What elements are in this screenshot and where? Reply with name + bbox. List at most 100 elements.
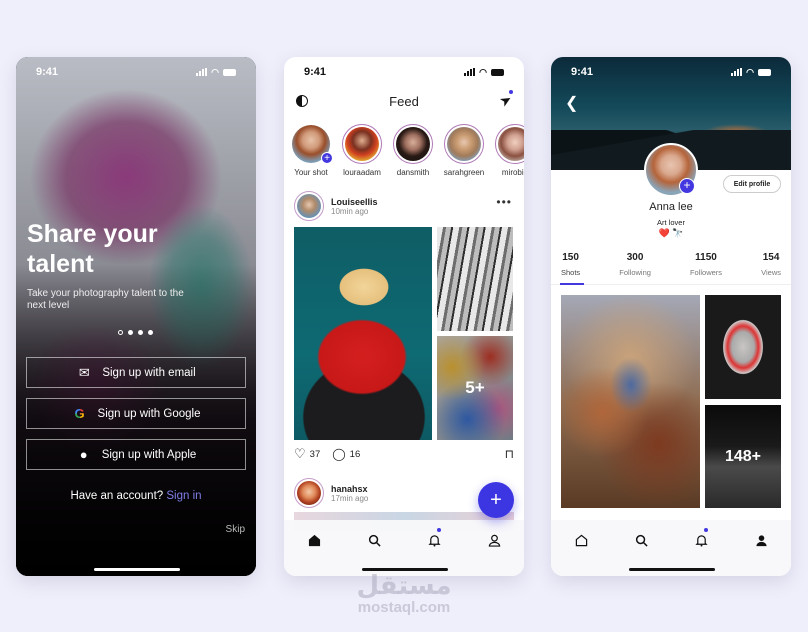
status-bar: 9:41 ◠ xyxy=(551,57,791,87)
mail-icon: ✉ xyxy=(78,364,90,380)
notifications-tab[interactable] xyxy=(691,528,711,550)
post-photo-more[interactable]: 5+ xyxy=(437,336,513,440)
onboarding-screen: 9:41 ◠ Share your talent Take your photo… xyxy=(16,57,256,576)
wifi-icon: ◠ xyxy=(211,66,219,77)
comment-icon: ◯ xyxy=(332,447,346,461)
profile-screen: 9:41 ◠ ❮ + Edit profile Anna lee Art lov… xyxy=(551,57,791,576)
status-time: 9:41 xyxy=(304,66,327,78)
home-tab[interactable] xyxy=(571,530,591,550)
home-tab[interactable] xyxy=(304,530,324,550)
feed-screen: 9:41 ◠ Feed ➤ + Your shot louraadam dans… xyxy=(284,57,524,576)
notification-dot xyxy=(509,90,513,94)
page-dot[interactable] xyxy=(148,330,153,335)
status-time: 9:41 xyxy=(36,66,59,78)
signal-icon xyxy=(731,68,743,76)
home-icon xyxy=(575,534,587,546)
more-options-icon[interactable]: ••• xyxy=(496,195,512,209)
stat-shots[interactable]: 150 Shots xyxy=(561,252,580,277)
signup-email-button[interactable]: ✉ Sign up with email xyxy=(26,357,246,388)
bottom-nav xyxy=(284,520,524,576)
notifications-tab[interactable] xyxy=(424,528,444,550)
back-icon[interactable]: ❮ xyxy=(565,93,578,113)
bell-icon xyxy=(694,534,708,547)
shot-photo-more[interactable]: 148+ xyxy=(705,405,781,508)
post-actions: ♡ 37 ◯ 16 ⊓ xyxy=(294,446,514,462)
story-item[interactable]: + Your shot xyxy=(291,124,333,177)
comment-button[interactable]: ◯ 16 xyxy=(332,447,360,461)
stat-views[interactable]: 154 Views xyxy=(761,252,781,277)
signal-icon xyxy=(464,68,476,76)
shot-photo[interactable] xyxy=(561,295,700,508)
home-icon xyxy=(308,534,320,546)
page-dot[interactable] xyxy=(128,330,133,335)
feed-header: Feed ➤ xyxy=(284,87,524,115)
watermark-latin: mostaql.com xyxy=(357,599,451,616)
story-item[interactable]: dansmith xyxy=(393,124,433,177)
wifi-icon: ◠ xyxy=(479,66,487,77)
story-item[interactable]: louraadam xyxy=(342,124,382,177)
divider xyxy=(551,284,791,285)
heart-icon: ♡ xyxy=(294,446,306,461)
story-item[interactable]: sarahgreen xyxy=(444,124,484,177)
theme-toggle-icon[interactable] xyxy=(296,95,308,107)
search-tab[interactable] xyxy=(631,530,651,550)
page-dot[interactable] xyxy=(118,330,123,335)
post-header[interactable]: Louiseellis 10min ago xyxy=(294,191,378,221)
watermark: مستقل mostaql.com xyxy=(0,572,808,616)
avatar xyxy=(396,127,430,161)
post-username[interactable]: Louiseellis xyxy=(331,197,378,207)
post-username[interactable]: hanahsx xyxy=(331,484,368,494)
avatar xyxy=(447,127,481,161)
profile-emoji: ❤️ 🔭 xyxy=(658,228,684,238)
like-button[interactable]: ♡ 37 xyxy=(294,446,320,462)
avatar xyxy=(297,194,321,218)
wifi-icon: ◠ xyxy=(746,66,754,77)
notification-dot xyxy=(437,528,441,532)
skip-button[interactable]: Skip xyxy=(226,524,245,535)
onboarding-subtitle: Take your photography talent to the next… xyxy=(27,288,184,311)
send-icon[interactable]: ➤ xyxy=(497,90,516,111)
home-indicator xyxy=(629,568,715,571)
stat-followers[interactable]: 1150 Followers xyxy=(690,252,722,277)
post-header[interactable]: hanahsx 17min ago xyxy=(294,478,368,508)
create-post-button[interactable]: + xyxy=(478,482,514,518)
user-icon xyxy=(488,534,500,547)
profile-name: Anna lee xyxy=(649,201,693,213)
story-item[interactable]: mirobin xyxy=(495,124,524,177)
status-bar: 9:41 ◠ xyxy=(16,57,256,87)
notification-dot xyxy=(704,528,708,532)
google-icon: G xyxy=(72,406,88,421)
sign-in-link[interactable]: Sign in xyxy=(166,490,201,502)
watermark-arabic: مستقل xyxy=(356,571,452,601)
page-dot[interactable] xyxy=(138,330,143,335)
stat-following[interactable]: 300 Following xyxy=(619,252,651,277)
bookmark-icon[interactable]: ⊓ xyxy=(505,447,514,461)
signup-google-button[interactable]: G Sign up with Google xyxy=(26,398,246,429)
profile-tab[interactable] xyxy=(484,530,504,550)
stories-row: + Your shot louraadam dansmith sarahgree… xyxy=(291,124,524,177)
feed-title: Feed xyxy=(389,93,419,109)
signup-apple-button[interactable]: ● Sign up with Apple xyxy=(26,439,246,470)
edit-profile-button[interactable]: Edit profile xyxy=(723,175,781,193)
battery-icon xyxy=(223,68,236,76)
shot-photo[interactable] xyxy=(705,295,781,399)
active-tab-indicator xyxy=(560,283,584,285)
apple-icon: ● xyxy=(79,447,88,462)
have-account-row: Have an account? Sign in xyxy=(70,490,202,502)
post-photo-main[interactable] xyxy=(294,227,432,440)
status-time: 9:41 xyxy=(571,66,594,78)
post-time: 10min ago xyxy=(331,206,369,216)
search-tab[interactable] xyxy=(364,530,384,550)
status-bar: 9:41 ◠ xyxy=(284,57,524,87)
add-photo-icon[interactable]: + xyxy=(679,178,695,194)
avatar xyxy=(345,127,379,161)
user-icon xyxy=(755,534,767,546)
add-story-icon[interactable]: + xyxy=(321,152,333,164)
post-photo[interactable] xyxy=(437,227,513,331)
profile-bio: Art lover xyxy=(657,218,685,227)
bottom-nav xyxy=(551,520,791,576)
page-indicator[interactable] xyxy=(118,330,153,335)
battery-icon xyxy=(758,68,771,76)
profile-tab[interactable] xyxy=(751,530,771,550)
avatar xyxy=(498,127,524,161)
